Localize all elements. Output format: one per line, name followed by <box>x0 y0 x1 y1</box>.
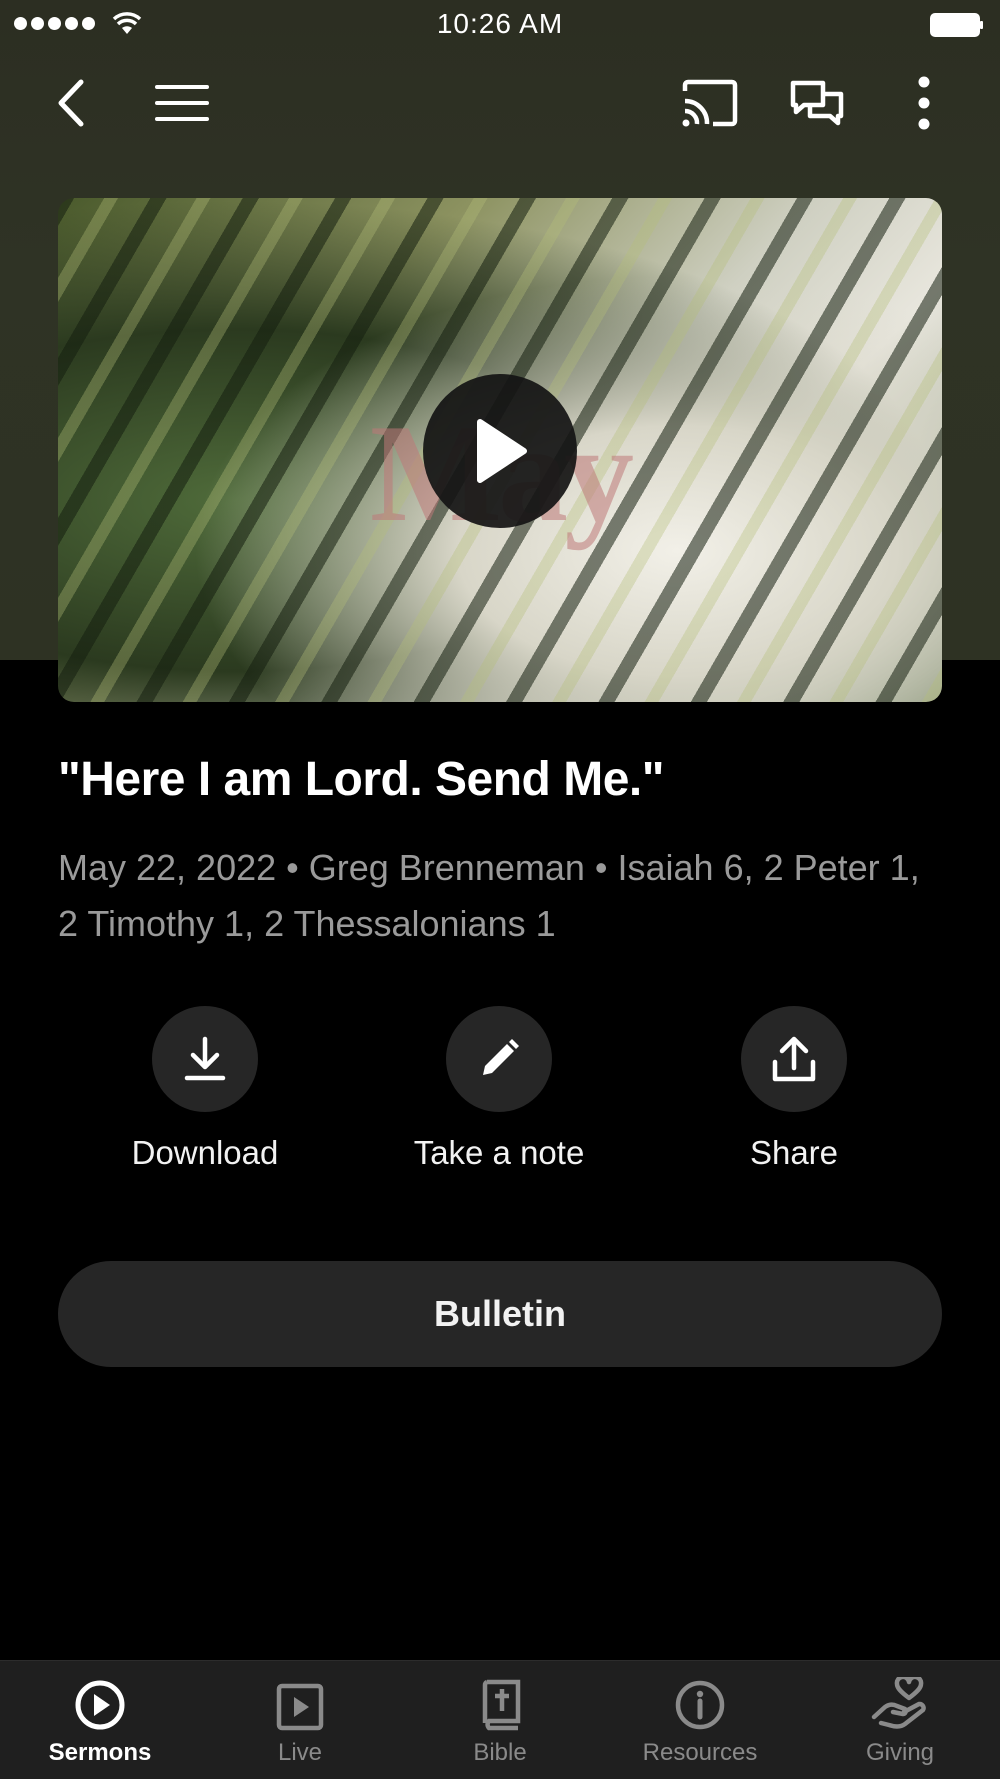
info-icon <box>675 1680 725 1730</box>
take-note-button[interactable]: Take a note <box>389 1006 609 1172</box>
sermon-meta: May 22, 2022 • Greg Brenneman • Isaiah 6… <box>58 847 920 944</box>
play-square-icon <box>276 1683 324 1731</box>
status-bar: 10:26 AM <box>0 0 1000 50</box>
more-options-button[interactable] <box>889 68 959 138</box>
menu-button[interactable] <box>147 68 217 138</box>
bulletin-button[interactable]: Bulletin <box>58 1261 942 1367</box>
more-vertical-icon <box>918 76 930 130</box>
tab-label: Giving <box>865 1739 935 1766</box>
hamburger-menu-icon <box>155 85 209 121</box>
sermon-video-thumbnail[interactable]: May <box>58 198 942 702</box>
pencil-icon <box>483 1039 519 1075</box>
cast-button[interactable] <box>675 68 745 138</box>
tab-resources[interactable]: Resources <box>600 1661 800 1779</box>
play-circle-icon <box>75 1680 125 1730</box>
giving-hand-icon <box>871 1677 926 1729</box>
tab-sermons[interactable]: Sermons <box>0 1661 200 1779</box>
tab-bible[interactable]: Bible <box>400 1661 600 1779</box>
chat-button[interactable] <box>782 68 852 138</box>
download-icon <box>184 1036 226 1081</box>
play-icon <box>477 419 527 483</box>
bottom-tab-bar: Sermons Live Bible Resources Giving <box>0 1660 1000 1779</box>
tab-label: Sermons <box>48 1739 152 1766</box>
battery-icon <box>930 13 983 37</box>
tab-live[interactable]: Live <box>200 1661 400 1779</box>
sermon-title: "Here I am Lord. Send Me." <box>58 753 664 806</box>
back-button[interactable] <box>38 68 108 138</box>
take-note-label: Take a note <box>413 1134 585 1171</box>
download-button[interactable]: Download <box>95 1006 315 1172</box>
share-icon <box>772 1036 816 1082</box>
tab-label: Resources <box>642 1739 758 1766</box>
download-label: Download <box>131 1134 279 1171</box>
chevron-left-icon <box>58 79 84 127</box>
bible-icon <box>482 1679 521 1731</box>
chat-bubbles-icon <box>790 80 844 126</box>
share-button[interactable]: Share <box>684 1006 904 1172</box>
play-button[interactable] <box>423 374 577 528</box>
cast-icon <box>682 79 738 127</box>
tab-label: Bible <box>473 1739 527 1766</box>
share-label: Share <box>749 1134 839 1171</box>
tab-label: Live <box>277 1739 323 1766</box>
status-time: 10:26 AM <box>436 8 564 39</box>
tab-giving[interactable]: Giving <box>800 1661 1000 1779</box>
